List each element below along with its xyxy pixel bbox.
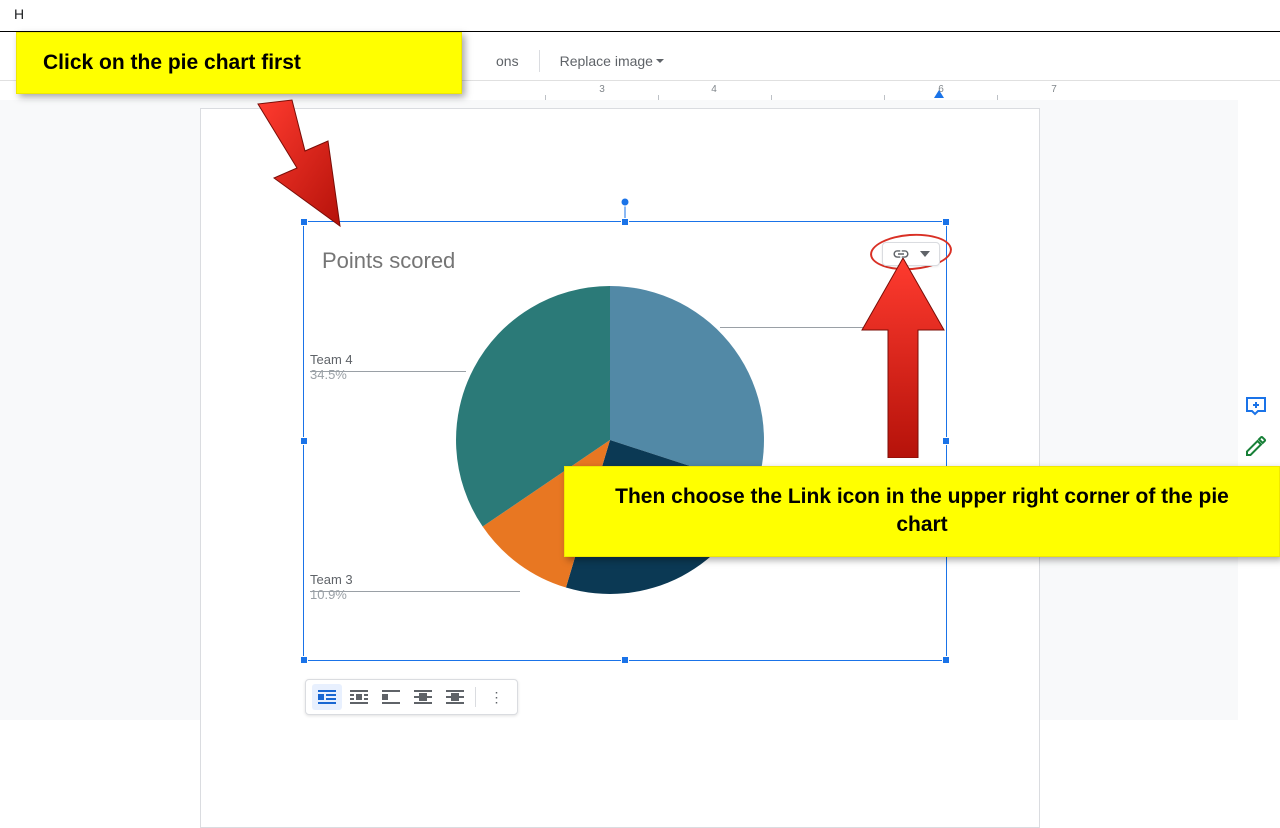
toolbar-divider <box>539 50 540 72</box>
in-front-of-text-button[interactable] <box>440 684 470 710</box>
resize-handle-sw[interactable] <box>300 656 308 664</box>
image-layout-toolbar: ⋮ <box>305 679 518 715</box>
toolbar: ons Replace image <box>496 50 664 72</box>
menu-help-partial[interactable]: H <box>14 6 24 22</box>
replace-image-label: Replace image <box>560 53 653 69</box>
break-text-button[interactable] <box>376 684 406 710</box>
more-options-button[interactable]: ⋮ <box>481 684 511 710</box>
chart-title: Points scored <box>322 248 455 274</box>
toolbar-divider <box>475 687 476 707</box>
resize-handle-e[interactable] <box>942 437 950 445</box>
wrap-text-button[interactable] <box>344 684 374 710</box>
linked-chart-chip[interactable] <box>882 242 940 266</box>
resize-handle-n[interactable] <box>621 218 629 226</box>
resize-handle-ne[interactable] <box>942 218 950 226</box>
slice-pct: 34.5% <box>310 367 353 382</box>
slice-label-team3: Team 3 10.9% <box>310 572 353 602</box>
resize-handle-nw[interactable] <box>300 218 308 226</box>
ruler-tick-3: 3 <box>599 84 605 95</box>
more-vert-icon: ⋮ <box>490 690 503 704</box>
pie-chart-object[interactable]: Points scored Team 4 34.5% Team <box>303 221 947 661</box>
resize-handle-s[interactable] <box>621 656 629 664</box>
resize-handle-w[interactable] <box>300 437 308 445</box>
inline-align-button[interactable] <box>312 684 342 710</box>
add-comment-icon[interactable] <box>1244 394 1268 418</box>
annotation-callout-1: Click on the pie chart first <box>16 32 462 94</box>
behind-text-button[interactable] <box>408 684 438 710</box>
slice-label-team4: Team 4 34.5% <box>310 352 353 382</box>
menu-bar: H <box>0 0 1280 32</box>
document-canvas: Points scored Team 4 34.5% Team <box>0 100 1238 720</box>
slice-pct: 10.9% <box>310 587 353 602</box>
image-options-button[interactable]: ons <box>496 53 519 69</box>
slice-name: Team 3 <box>310 572 353 587</box>
resize-handle-se[interactable] <box>942 656 950 664</box>
chevron-down-icon <box>656 59 664 63</box>
indent-marker-icon[interactable] <box>934 90 944 98</box>
slice-name: Team 4 <box>310 352 353 367</box>
rotate-handle[interactable] <box>621 198 630 207</box>
chevron-down-icon <box>920 251 930 257</box>
ruler-tick-7: 7 <box>1051 84 1057 95</box>
ruler-tick-4: 4 <box>711 84 717 95</box>
annotation-callout-2: Then choose the Link icon in the upper r… <box>564 466 1280 557</box>
suggest-edit-icon[interactable] <box>1244 434 1268 458</box>
replace-image-button[interactable]: Replace image <box>560 53 664 69</box>
link-icon <box>892 248 910 260</box>
side-tools <box>1244 394 1268 458</box>
